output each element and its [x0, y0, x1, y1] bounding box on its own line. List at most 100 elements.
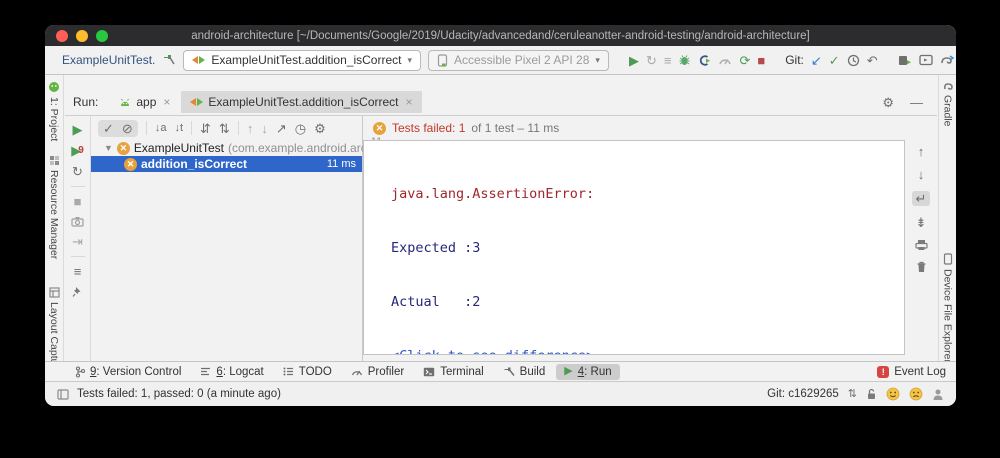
tab-test-run[interactable]: ExampleUnitTest.addition_isCorrect ×: [181, 91, 421, 113]
user-silhouette-icon[interactable]: [932, 388, 944, 401]
show-passed-toggle[interactable]: ✓: [103, 122, 114, 135]
sidebar-item-resource-manager[interactable]: Resource Manager: [45, 155, 63, 259]
happy-face-icon[interactable]: [886, 387, 900, 401]
virtual-device-icon[interactable]: [919, 54, 933, 66]
test-case-row[interactable]: ✕ addition_isCorrect 11 ms: [91, 156, 362, 172]
sync-gradle-icon[interactable]: [940, 54, 955, 67]
toolbar-separator: [238, 121, 239, 135]
sidebar-item-device-file-explorer[interactable]: Device File Explorer: [939, 253, 956, 363]
tests-summary-text: of 1 test – 11 ms: [471, 121, 559, 135]
scroll-to-end-icon[interactable]: ⇟: [916, 216, 927, 229]
export-test-results-icon[interactable]: ↗: [276, 122, 287, 135]
run-configuration-select[interactable]: ExampleUnitTest.addition_isCorrect ▾: [183, 50, 421, 71]
apply-changes-icon[interactable]: ↻: [646, 54, 657, 67]
toolwindow-label: Build: [520, 366, 546, 378]
updown-icon: ⇅: [848, 389, 857, 400]
test-history-icon[interactable]: ◷: [295, 122, 306, 135]
close-tab-icon[interactable]: ×: [163, 95, 170, 109]
layout-captures-icon: [49, 287, 60, 298]
clear-console-trash-icon[interactable]: [916, 261, 927, 273]
console-output[interactable]: java.lang.AssertionError: Expected :3 Ac…: [363, 140, 905, 355]
console-wrap: java.lang.AssertionError: Expected :3 Ac…: [363, 140, 937, 361]
minimize-panel-icon[interactable]: —: [910, 96, 923, 109]
window-title: android-architecture [~/Documents/Google…: [45, 30, 956, 42]
debug-button[interactable]: [678, 54, 691, 67]
scroll-up-icon[interactable]: ↑: [918, 145, 925, 158]
restore-layout-icon[interactable]: ≡: [74, 265, 82, 278]
unlocked-icon[interactable]: [866, 388, 877, 400]
logcat-icon: [200, 367, 211, 376]
toolwindow-label: TODO: [299, 366, 332, 378]
see-difference-link[interactable]: <Click to see difference>: [391, 348, 594, 355]
print-icon[interactable]: [915, 239, 928, 251]
run-icon: ▶: [564, 366, 572, 377]
event-log-button[interactable]: ! Event Log: [877, 366, 946, 378]
commit-button[interactable]: ✓: [829, 54, 840, 67]
toolwindow-logcat[interactable]: 6: Logcat: [192, 364, 271, 380]
toolbar-separator: [146, 121, 147, 135]
device-label: Accessible Pixel 2 API 28: [454, 53, 589, 67]
toolwindow-profiler[interactable]: Profiler: [343, 364, 412, 380]
collapse-all-icon[interactable]: ⇅: [219, 122, 230, 135]
run-panel-body: ▶ ▶9 ↻ ■ ⇥ ≡: [65, 116, 937, 361]
next-failed-icon[interactable]: ↓: [261, 122, 268, 135]
toolwindow-toggle-icon[interactable]: [57, 389, 69, 400]
device-select[interactable]: Accessible Pixel 2 API 28 ▾: [428, 50, 609, 71]
console-pane: ✕ Tests failed: 1 of 1 test – 11 ms java…: [363, 116, 937, 361]
tab-app[interactable]: app ×: [110, 91, 179, 113]
gauge-icon: [351, 367, 363, 376]
previous-failed-icon[interactable]: ↑: [247, 122, 254, 135]
todo-icon: [283, 367, 294, 376]
scroll-down-icon[interactable]: ↓: [918, 168, 925, 181]
main-area: 1: Project Resource Manager Layout Captu…: [45, 75, 956, 361]
soft-wrap-toggle[interactable]: ↵: [912, 191, 931, 206]
profiler-icon[interactable]: [718, 55, 732, 66]
breadcrumb[interactable]: ExampleUnitTest.: [62, 53, 155, 67]
device-manager-icon[interactable]: [898, 54, 912, 67]
expand-arrow-icon[interactable]: ▼: [104, 143, 113, 153]
toolwindow-run[interactable]: ▶ 4: Run: [556, 364, 619, 380]
import-tests-icon[interactable]: ⇥: [72, 235, 83, 248]
tests-failed-icon: ✕: [373, 122, 386, 135]
sort-alphabetically-icon[interactable]: ↓a: [155, 123, 167, 134]
test-time: 11 ms: [327, 158, 356, 170]
sidebar-item-label: Resource Manager: [48, 170, 60, 259]
stop-process-button[interactable]: ■: [74, 195, 82, 208]
toolwindow-terminal[interactable]: Terminal: [415, 364, 491, 380]
git-branch-widget[interactable]: Git: c1629265: [767, 388, 839, 400]
show-ignored-toggle[interactable]: ⊘: [122, 122, 133, 135]
update-project-button[interactable]: ↙: [811, 54, 822, 67]
toolwindow-todo[interactable]: TODO: [275, 364, 340, 380]
bottom-toolwindow-bar: 9: Version Control 6: Logcat TODO Profil…: [45, 361, 956, 381]
sort-by-duration-icon[interactable]: ↓t: [174, 123, 183, 134]
sidebar-item-gradle[interactable]: Gradle: [939, 81, 956, 127]
test-suite-row[interactable]: ▼ ✕ ExampleUnitTest (com.example.android…: [91, 140, 362, 156]
rollback-button[interactable]: ↶: [867, 54, 878, 67]
toolwindow-build[interactable]: Build: [495, 364, 554, 380]
apply-code-changes-icon[interactable]: ≡: [664, 54, 672, 67]
run-button[interactable]: ▶: [629, 54, 639, 67]
test-tree-toolbar: ✓ ⊘ ↓a ↓t ⇵ ⇅ ↑ ↓ ↗ ◷ ⚙: [91, 116, 362, 140]
stop-button[interactable]: ■: [757, 54, 765, 67]
test-tree-pane: ✓ ⊘ ↓a ↓t ⇵ ⇅ ↑ ↓ ↗ ◷ ⚙: [91, 116, 363, 361]
rerun-button[interactable]: ▶: [73, 123, 83, 136]
status-message: Tests failed: 1, passed: 0 (a minute ago…: [77, 388, 281, 400]
toolwindow-version-control[interactable]: 9: Version Control: [67, 364, 189, 380]
terminal-icon: [423, 367, 435, 377]
pin-tab-icon[interactable]: [72, 286, 83, 298]
sad-face-icon[interactable]: [909, 387, 923, 401]
settings-gear-icon[interactable]: ⚙: [882, 96, 894, 109]
expand-all-icon[interactable]: ⇵: [200, 122, 211, 135]
gradle-sync-icon[interactable]: ⟳: [739, 54, 750, 67]
history-button[interactable]: [847, 54, 860, 67]
attach-profiler-button[interactable]: [698, 54, 711, 67]
hammer-icon[interactable]: [162, 53, 176, 67]
close-tab-icon[interactable]: ×: [406, 95, 413, 109]
dump-threads-icon[interactable]: [71, 216, 84, 227]
toggle-auto-test-icon[interactable]: ↻: [72, 165, 83, 178]
sidebar-item-project[interactable]: 1: Project: [45, 81, 63, 141]
rerun-failed-tests-button[interactable]: ▶9: [71, 144, 84, 157]
toolwindow-label: : Version Control: [96, 366, 181, 378]
test-config-icon: [192, 56, 205, 64]
tree-options-gear-icon[interactable]: ⚙: [314, 122, 326, 135]
